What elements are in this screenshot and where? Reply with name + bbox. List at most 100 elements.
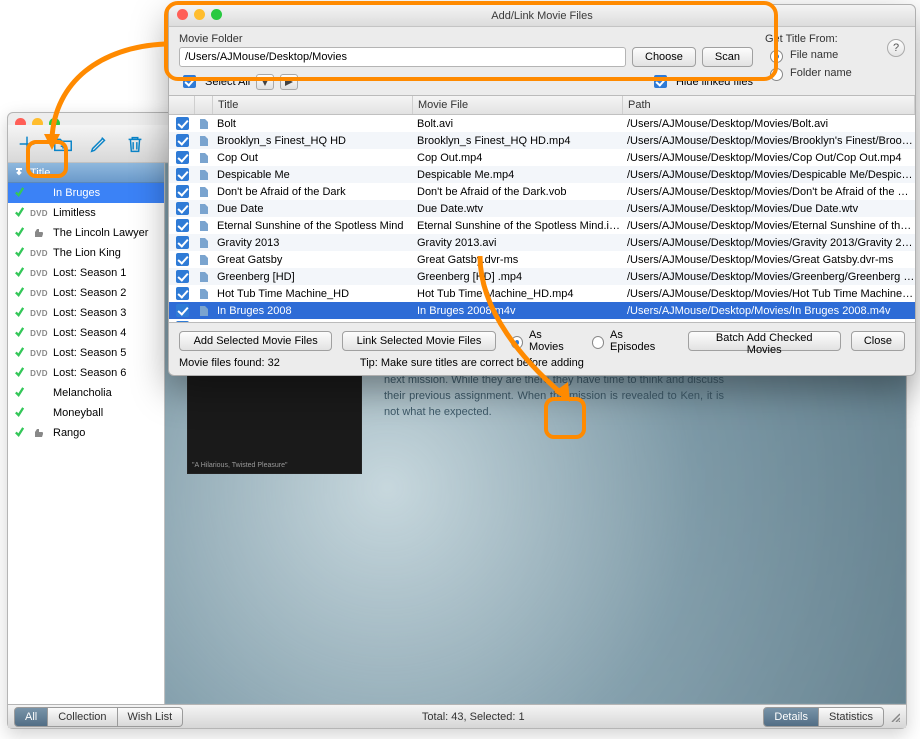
link-selected-button[interactable]: Link Selected Movie Files: [342, 331, 495, 351]
sidebar-item[interactable]: DVD Lost: Season 1: [8, 263, 164, 283]
table-row[interactable]: Cop OutCop Out.mp4/Users/AJMouse/Desktop…: [169, 149, 915, 166]
file-icon: [195, 322, 213, 323]
file-icon: [195, 254, 213, 266]
sidebar-item[interactable]: Melancholia: [8, 383, 164, 403]
sidebar-item[interactable]: DVDLost: Season 5: [8, 343, 164, 363]
view-statistics[interactable]: Statistics: [819, 707, 884, 727]
row-checkbox[interactable]: [176, 270, 189, 283]
sidebar-item[interactable]: In Bruges: [8, 183, 164, 203]
sidebar-item-label: Lost: Season 6: [53, 367, 126, 379]
view-segmented[interactable]: Details Statistics: [763, 707, 884, 727]
check-icon: [14, 426, 25, 440]
col-title[interactable]: Title: [213, 96, 413, 114]
sidebar-item[interactable]: Moneyball: [8, 403, 164, 423]
row-checkbox[interactable]: [176, 151, 189, 164]
sidebar-item[interactable]: DVDLimitless: [8, 203, 164, 223]
zoom-icon[interactable]: [211, 9, 222, 20]
table-row[interactable]: Hot Tub Time Machine_HDHot Tub Time Mach…: [169, 285, 915, 302]
radio-as-episodes[interactable]: [592, 336, 604, 349]
row-title: Don't be Afraid of the Dark: [213, 186, 413, 198]
sidebar-item-label: Lost: Season 1: [53, 267, 126, 279]
sidebar-header[interactable]: Title: [8, 163, 164, 183]
scan-button[interactable]: Scan: [702, 47, 753, 67]
filter-collection[interactable]: Collection: [48, 707, 117, 727]
sidebar-item[interactable]: Rango: [8, 423, 164, 443]
sidebar-item[interactable]: DVDLost: Season 4: [8, 323, 164, 343]
view-details[interactable]: Details: [763, 707, 819, 727]
row-checkbox[interactable]: [176, 117, 189, 130]
minimize-icon[interactable]: [194, 9, 205, 20]
row-title: Bolt: [213, 118, 413, 130]
add-icon[interactable]: [16, 133, 38, 155]
radio-as-movies[interactable]: [511, 336, 523, 349]
table-row[interactable]: Eternal Sunshine of the Spotless MindEte…: [169, 217, 915, 234]
row-checkbox[interactable]: [176, 202, 189, 215]
table-row[interactable]: Due DateDue Date.wtv/Users/AJMouse/Deskt…: [169, 200, 915, 217]
row-checkbox[interactable]: [176, 168, 189, 181]
select-all-checkbox[interactable]: [183, 75, 196, 88]
filter-wishlist[interactable]: Wish List: [118, 707, 184, 727]
sidebar-item[interactable]: DVDLost: Season 6: [8, 363, 164, 383]
sidebar-item-label: The Lion King: [53, 247, 121, 259]
expand-icon[interactable]: [280, 74, 298, 90]
sidebar-item[interactable]: DVDLost: Season 3: [8, 303, 164, 323]
row-file: In Bruges 2008.m4v: [413, 305, 623, 317]
row-checkbox[interactable]: [176, 304, 189, 317]
check-icon: [14, 346, 25, 360]
dvd-icon: DVD: [30, 289, 48, 298]
sidebar-item[interactable]: The Lincoln Lawyer: [8, 223, 164, 243]
filter-segmented[interactable]: All Collection Wish List: [14, 707, 183, 727]
check-icon: [14, 326, 25, 340]
file-icon: [195, 118, 213, 130]
file-icon: [195, 152, 213, 164]
resize-grip-icon[interactable]: [890, 712, 900, 722]
close-button[interactable]: Close: [851, 331, 905, 351]
row-file: Great Gatsby.dvr-ms: [413, 254, 623, 266]
row-checkbox[interactable]: [176, 287, 189, 300]
radio-folder-name[interactable]: [770, 68, 783, 81]
table-row[interactable]: In Bruges 2008In Bruges 2008.m4v/Users/A…: [169, 302, 915, 319]
hide-linked-label: Hide linked files: [676, 76, 753, 88]
table-header[interactable]: Title Movie File Path: [169, 96, 915, 115]
add-selected-button[interactable]: Add Selected Movie Files: [179, 331, 332, 351]
select-all-label: Select All: [205, 76, 250, 88]
table-row[interactable]: Great GatsbyGreat Gatsby.dvr-ms/Users/AJ…: [169, 251, 915, 268]
dvd-icon: DVD: [30, 269, 48, 278]
trash-icon[interactable]: [124, 133, 146, 155]
filter-all[interactable]: All: [14, 707, 48, 727]
table-row[interactable]: Despicable MeDespicable Me.mp4/Users/AJM…: [169, 166, 915, 183]
choose-button[interactable]: Choose: [632, 47, 696, 67]
row-title: Despicable Me: [213, 169, 413, 181]
row-checkbox[interactable]: [176, 253, 189, 266]
pencil-icon[interactable]: [88, 133, 110, 155]
folder-icon[interactable]: [52, 133, 74, 155]
folder-path-input[interactable]: [179, 47, 626, 67]
batch-add-button[interactable]: Batch Add Checked Movies: [688, 331, 841, 351]
col-file[interactable]: Movie File: [413, 96, 623, 114]
file-icon: [195, 288, 213, 300]
row-checkbox[interactable]: [176, 236, 189, 249]
statusbar: All Collection Wish List Total: 43, Sele…: [8, 704, 906, 728]
file-icon: [195, 271, 213, 283]
row-checkbox[interactable]: [176, 219, 189, 232]
table-row[interactable]: IntouchablesIntouchables.mkv/Users/AJMou…: [169, 319, 915, 322]
row-checkbox[interactable]: [176, 185, 189, 198]
close-icon[interactable]: [177, 9, 188, 20]
col-path[interactable]: Path: [623, 96, 915, 114]
collapse-icon[interactable]: [256, 74, 274, 90]
table-row[interactable]: Brooklyn_s Finest_HQ HDBrooklyn_s Finest…: [169, 132, 915, 149]
sidebar-item-label: Lost: Season 5: [53, 347, 126, 359]
table-row[interactable]: Greenberg [HD]Greenberg [HD] .mp4/Users/…: [169, 268, 915, 285]
dialog-titlebar[interactable]: Add/Link Movie Files: [169, 5, 915, 27]
table-row[interactable]: Gravity 2013Gravity 2013.avi/Users/AJMou…: [169, 234, 915, 251]
table-row[interactable]: BoltBolt.avi/Users/AJMouse/Desktop/Movie…: [169, 115, 915, 132]
sidebar-item[interactable]: DVDThe Lion King: [8, 243, 164, 263]
thumb-icon: [30, 426, 48, 440]
row-checkbox[interactable]: [176, 321, 189, 322]
radio-file-name[interactable]: [770, 50, 783, 63]
help-icon[interactable]: ?: [887, 39, 905, 57]
table-row[interactable]: Don't be Afraid of the DarkDon't be Afra…: [169, 183, 915, 200]
row-checkbox[interactable]: [176, 134, 189, 147]
sidebar-item[interactable]: DVDLost: Season 2: [8, 283, 164, 303]
hide-linked-checkbox[interactable]: [654, 75, 667, 88]
